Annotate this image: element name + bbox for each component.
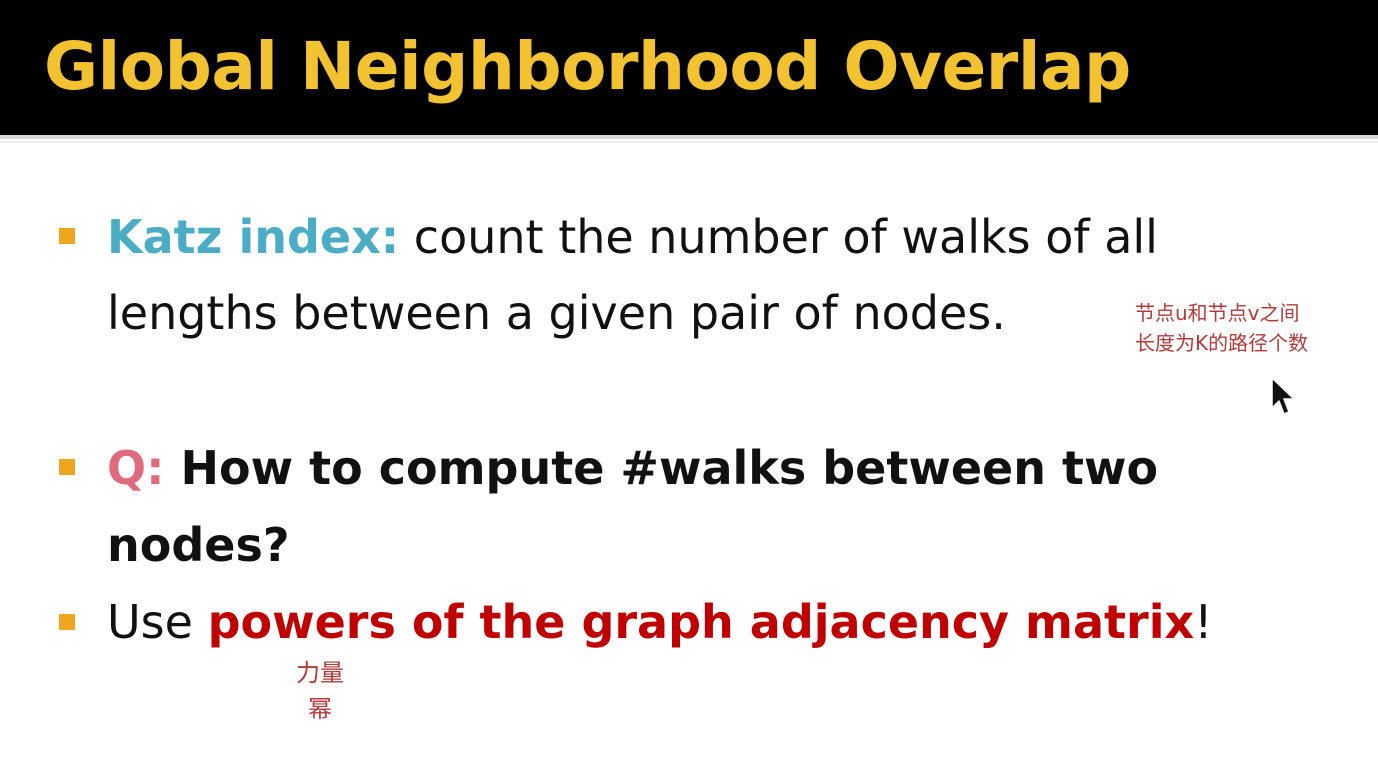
title-divider-light: [0, 141, 1378, 143]
slide-title: Global Neighborhood Overlap: [44, 28, 1131, 105]
bullet-question-line-1: Q: How to compute #walks between two: [107, 436, 1158, 500]
bullet-use-powers: Use powers of the graph adjacency matrix…: [107, 590, 1213, 654]
adjacency-powers-highlight: powers of the graph adjacency matrix: [207, 595, 1195, 649]
use-suffix: !: [1194, 595, 1213, 649]
note-line-2: 长度为K的路径个数: [1135, 331, 1309, 355]
bullet-katz-line-2: lengths between a given pair of nodes.: [107, 286, 1006, 340]
katz-index-term: Katz index:: [107, 210, 400, 264]
title-divider: [0, 135, 1378, 139]
bullet-question-line-2: nodes?: [107, 518, 290, 572]
note-line-1: 节点u和节点v之间: [1135, 301, 1300, 325]
use-prefix: Use: [107, 595, 208, 649]
question-text: How to compute #walks between two: [164, 441, 1159, 495]
square-bullet-icon: [59, 614, 75, 630]
katz-index-definition: count the number of walks of all: [399, 210, 1158, 264]
mouse-pointer-icon: [1271, 377, 1295, 415]
handwritten-note-powers: 力量 幂: [296, 655, 344, 727]
powers-note-line-1: 力量: [296, 659, 344, 687]
square-bullet-icon: [59, 228, 75, 244]
bullet-katz-line-1: Katz index: count the number of walks of…: [107, 205, 1158, 269]
square-bullet-icon: [59, 459, 75, 475]
handwritten-note-walks: 节点u和节点v之间 长度为K的路径个数: [1135, 298, 1308, 358]
question-term: Q:: [107, 441, 165, 495]
powers-note-line-2: 幂: [308, 695, 332, 723]
